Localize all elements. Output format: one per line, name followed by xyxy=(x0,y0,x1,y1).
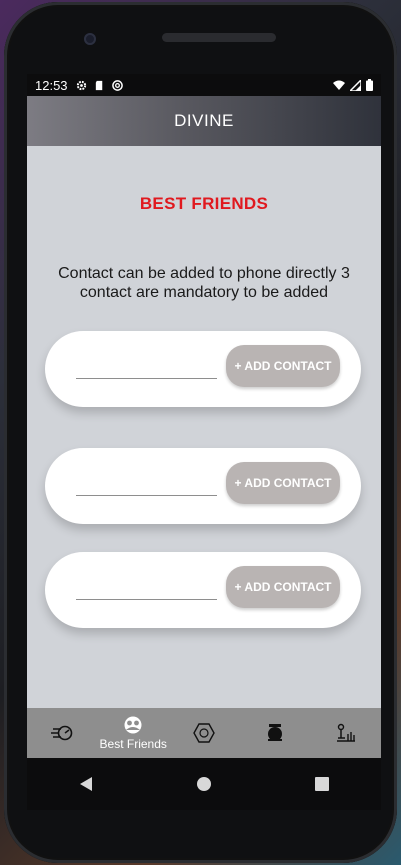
nav-item-best-friends[interactable]: Best Friends xyxy=(98,708,169,758)
nav-item-speed[interactable] xyxy=(27,708,98,758)
sd-card-icon xyxy=(95,80,102,90)
signal-icon xyxy=(350,79,361,91)
bottom-navigation: Best Friends xyxy=(27,708,381,758)
system-navigation-bar xyxy=(27,758,381,810)
camera-icon xyxy=(84,33,96,45)
add-contact-button-3[interactable]: + ADD CONTACT xyxy=(226,566,340,608)
chess-icon xyxy=(336,723,355,742)
home-icon[interactable] xyxy=(196,776,212,792)
stay-safe-icon xyxy=(267,724,282,741)
at-sign-icon xyxy=(111,79,123,91)
status-bar: 12:53 xyxy=(27,74,381,96)
contact-field-1[interactable] xyxy=(76,378,217,379)
instruction-text: Contact can be added to phone directly 3… xyxy=(58,265,350,301)
back-icon[interactable] xyxy=(79,776,93,792)
speed-icon xyxy=(51,725,73,741)
phone-frame: 12:53 DIVINE BEST FRIENDS Contact can be… xyxy=(4,2,397,863)
contact-card-3: + ADD CONTACT xyxy=(45,552,361,628)
recents-icon[interactable] xyxy=(315,777,330,791)
hexagon-icon xyxy=(193,723,215,743)
speaker-grille xyxy=(162,33,276,42)
screen: 12:53 DIVINE BEST FRIENDS Contact can be… xyxy=(27,74,381,810)
gear-icon xyxy=(76,80,86,90)
nav-item-hexagon[interactable] xyxy=(169,708,240,758)
add-contact-button-1[interactable]: + ADD CONTACT xyxy=(226,345,340,387)
nav-label-best-friends: Best Friends xyxy=(99,736,167,751)
nav-item-stay-safe[interactable] xyxy=(239,708,310,758)
add-contact-button-2[interactable]: + ADD CONTACT xyxy=(226,462,340,504)
battery-icon xyxy=(366,79,373,91)
contact-card-2: + ADD CONTACT xyxy=(45,448,361,524)
contact-field-3[interactable] xyxy=(76,599,217,600)
app-title: DIVINE xyxy=(174,111,234,130)
contact-field-2[interactable] xyxy=(76,495,217,496)
friends-icon xyxy=(124,716,142,733)
status-time: 12:53 xyxy=(35,77,68,93)
wifi-icon xyxy=(333,80,345,90)
page-title: BEST FRIENDS xyxy=(139,194,269,213)
app-bar: DIVINE xyxy=(27,96,381,146)
nav-item-chess[interactable] xyxy=(310,708,381,758)
contact-card-1: + ADD CONTACT xyxy=(45,331,361,407)
